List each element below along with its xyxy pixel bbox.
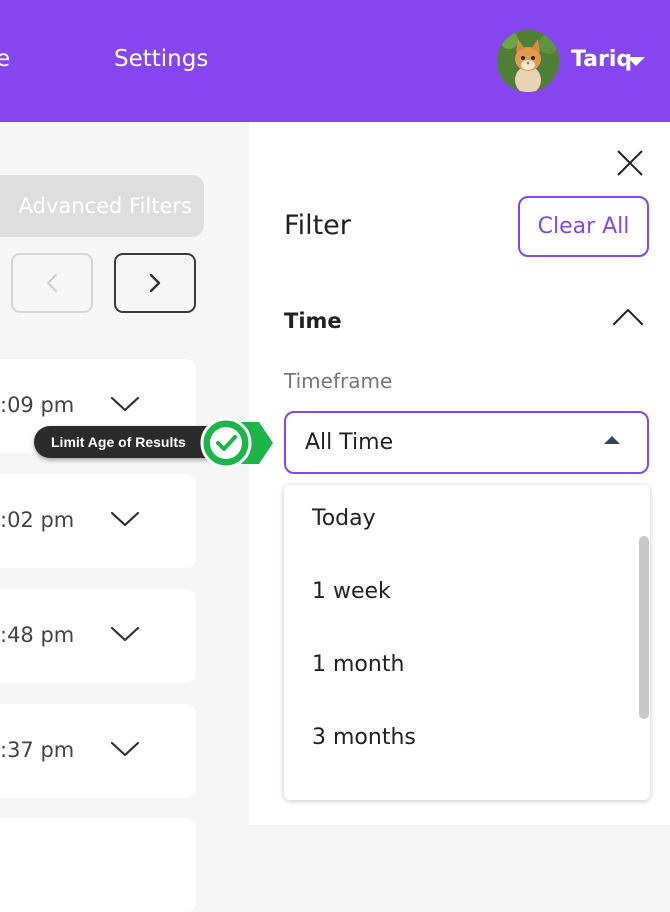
option-3-months[interactable]: 3 months	[312, 725, 416, 750]
check-badge-icon	[200, 417, 273, 469]
timeframe-select[interactable]: All Time	[284, 411, 649, 474]
caret-down-icon[interactable]	[627, 57, 645, 66]
chevron-down-icon[interactable]	[110, 395, 140, 413]
timeframe-label: Timeframe	[284, 369, 393, 393]
result-time: :48 pm	[0, 623, 75, 647]
nav-item-partial[interactable]: e	[0, 46, 10, 72]
option-1-month[interactable]: 1 month	[312, 652, 404, 677]
cat-avatar-image	[497, 30, 559, 92]
advanced-filters-button[interactable]: Advanced Filters	[0, 175, 204, 237]
chevron-down-icon[interactable]	[110, 510, 140, 528]
user-name[interactable]: Tariq	[571, 47, 632, 72]
timeframe-dropdown-menu: Today 1 week 1 month 3 months	[284, 485, 650, 800]
option-1-week[interactable]: 1 week	[312, 579, 391, 604]
option-today[interactable]: Today	[312, 506, 376, 531]
tooltip-label: Limit Age of Results	[34, 426, 224, 458]
chevron-left-icon	[46, 273, 58, 293]
result-time: :09 pm	[0, 393, 75, 417]
chevron-right-icon	[149, 273, 161, 293]
clear-all-button[interactable]: Clear All	[518, 196, 649, 257]
time-section-title[interactable]: Time	[284, 309, 342, 333]
filter-title: Filter	[284, 210, 351, 241]
caret-up-icon	[604, 436, 620, 444]
chevron-down-icon[interactable]	[110, 740, 140, 758]
result-time: :02 pm	[0, 508, 75, 532]
timeframe-selected-value: All Time	[305, 430, 394, 455]
nav-item-settings[interactable]: Settings	[114, 46, 208, 72]
dropdown-scrollbar[interactable]	[639, 536, 649, 719]
result-card[interactable]	[0, 818, 196, 912]
result-time: :37 pm	[0, 738, 75, 762]
top-nav-bar: e Settings Tariq	[0, 0, 670, 122]
result-card[interactable]: :02 pm	[0, 474, 196, 568]
next-page-button[interactable]	[114, 253, 196, 313]
previous-page-button[interactable]	[11, 253, 93, 313]
chevron-up-icon[interactable]	[612, 306, 644, 326]
close-icon[interactable]	[615, 148, 645, 178]
result-card[interactable]: :37 pm	[0, 704, 196, 798]
avatar[interactable]	[497, 30, 559, 92]
result-card[interactable]: :48 pm	[0, 589, 196, 683]
chevron-down-icon[interactable]	[110, 625, 140, 643]
